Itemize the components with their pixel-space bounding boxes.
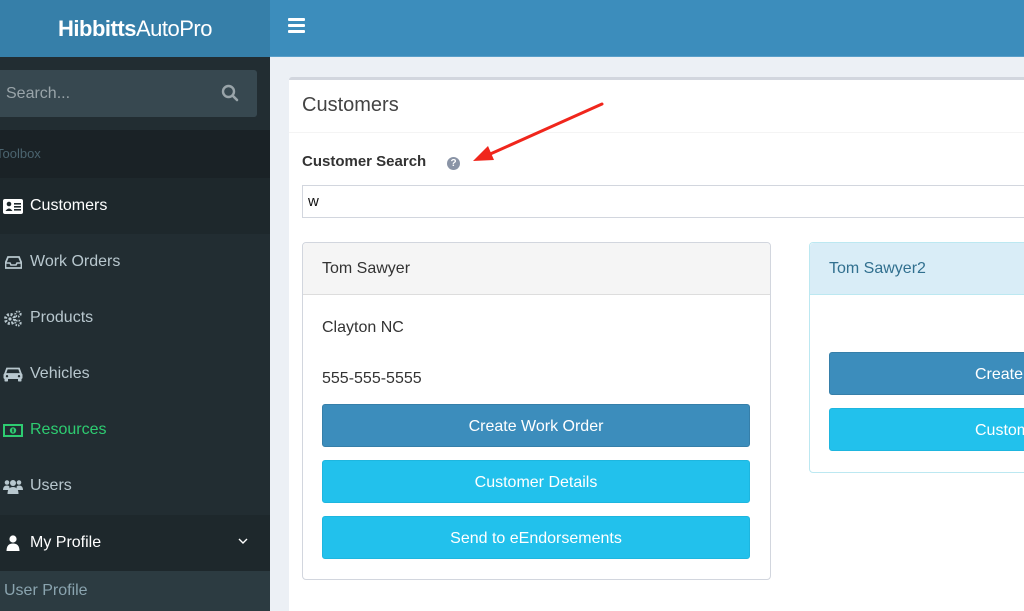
user-icon (2, 534, 24, 552)
app-logo[interactable]: Hibbitts AutoPro (0, 0, 270, 57)
customer-phone: 555-555-5555 (322, 370, 422, 387)
customer-name: Tom Sawyer (303, 243, 770, 295)
sidebar-item-customers[interactable]: Customers (0, 178, 270, 234)
sidebar-item-label: Products (30, 309, 94, 326)
chevron-down-icon[interactable] (238, 536, 248, 546)
customer-details-button[interactable]: Customer Details (829, 408, 1024, 451)
page-title: Customers (289, 80, 1024, 133)
sidebar-search-box (0, 70, 257, 117)
sidebar-item-users[interactable]: Users (0, 458, 270, 514)
sidebar-item-label: Resources (30, 421, 107, 438)
sidebar-item-label: Customers (30, 197, 108, 214)
sidebar-item-products[interactable]: Products (0, 290, 270, 346)
main-content: Customers Customer Search ? Tom Sawyer C… (270, 57, 1024, 611)
logo-light-text: AutoPro (135, 15, 213, 41)
customers-box: Customers Customer Search ? Tom Sawyer C… (289, 77, 1024, 611)
sidebar-item-label: Users (30, 477, 72, 494)
question-circle-icon[interactable]: ? (447, 157, 460, 170)
sidebar-item-label: Work Orders (30, 253, 121, 270)
sidebar-search-form (0, 57, 270, 130)
logo-bold-text: Hibbitts (58, 15, 136, 41)
cogs-icon (2, 309, 24, 327)
top-navbar (270, 0, 1024, 57)
sidebar-item-label: Vehicles (30, 365, 90, 382)
create-work-order-button[interactable]: Create Work Order (322, 404, 750, 447)
send-to-eendorsements-button[interactable]: Send to eEndorsements (322, 516, 750, 559)
search-icon[interactable] (221, 84, 239, 102)
inbox-icon (2, 253, 24, 271)
sidebar-toggle-hamburger-icon[interactable] (288, 18, 305, 33)
sidebar-item-resources[interactable]: Resources (0, 402, 270, 458)
sidebar-section-header: Toolbox (0, 130, 270, 178)
sidebar-search-input[interactable] (6, 70, 206, 117)
sidebar-item-work-orders[interactable]: Work Orders (0, 234, 270, 290)
customer-search-input[interactable] (302, 185, 1024, 218)
customer-search-label: Customer Search (302, 153, 427, 170)
customer-details-button[interactable]: Customer Details (322, 460, 750, 503)
sidebar-item-my-profile[interactable]: My Profile (0, 515, 270, 571)
customer-name: Tom Sawyer2 (810, 243, 1024, 295)
create-work-order-button[interactable]: Create Work Order (829, 352, 1024, 395)
address-card-icon (2, 197, 24, 215)
customer-card: Tom Sawyer2 Create Work Order Customer D… (809, 242, 1024, 473)
sidebar-item-vehicles[interactable]: Vehicles (0, 346, 270, 402)
money-bill-icon (2, 421, 24, 439)
customer-location: Clayton NC (322, 319, 404, 336)
sidebar-subitem-user-profile[interactable]: User Profile (0, 571, 270, 611)
users-icon (2, 477, 24, 495)
car-icon (2, 365, 24, 383)
customer-card: Tom Sawyer Clayton NC 555-555-5555 Creat… (302, 242, 771, 580)
sidebar: Toolbox Customers Work Orders Products V… (0, 57, 270, 611)
sidebar-item-label: My Profile (30, 534, 102, 551)
